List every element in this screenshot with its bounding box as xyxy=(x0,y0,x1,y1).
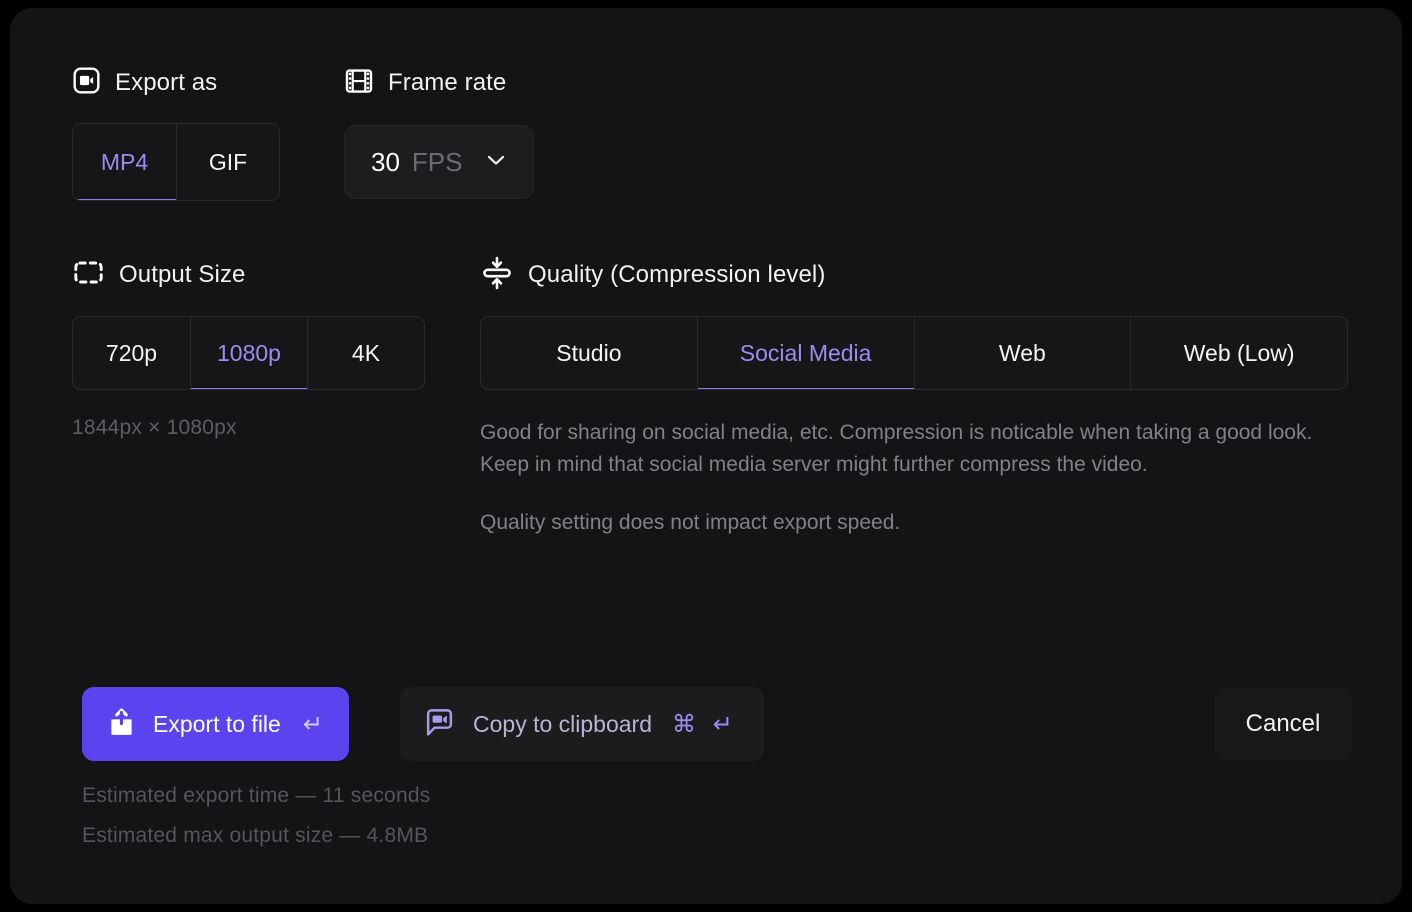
output-size-header: Output Size xyxy=(72,258,425,292)
video-chat-bubble-icon xyxy=(424,707,455,741)
export-as-header: Export as xyxy=(72,66,280,100)
frame-rate-header: Frame rate xyxy=(344,66,534,100)
quality-group: Quality (Compression level) Studio Socia… xyxy=(480,256,1348,539)
size-option-4k[interactable]: 4K xyxy=(307,317,424,389)
estimated-size-label: Estimated max output size — 4.8MB xyxy=(82,824,429,847)
output-size-segmented-control[interactable]: 720p 1080p 4K xyxy=(72,316,425,390)
output-dimensions-label: 1844px × 1080px xyxy=(72,416,237,439)
quality-option-studio[interactable]: Studio xyxy=(481,317,697,389)
frame-rate-unit: FPS xyxy=(411,146,463,177)
compress-icon xyxy=(480,256,514,295)
frame-rate-title: Frame rate xyxy=(388,69,507,96)
frame-rate-select[interactable]: 30 FPS xyxy=(344,125,534,199)
copy-button-shortcut: ⌘ ↵ xyxy=(672,710,738,738)
quality-note: Quality setting does not impact export s… xyxy=(480,511,901,534)
copy-to-clipboard-button[interactable]: Copy to clipboard ⌘ ↵ xyxy=(400,687,764,761)
quality-option-web[interactable]: Web xyxy=(913,317,1131,389)
size-option-1080p[interactable]: 1080p xyxy=(190,317,307,389)
estimated-time-label: Estimated export time — 11 seconds xyxy=(82,784,431,807)
upload-icon xyxy=(106,707,137,741)
frame-rate-value: 30 xyxy=(371,146,400,177)
format-option-gif[interactable]: GIF xyxy=(176,124,279,200)
dashed-rect-icon xyxy=(72,256,105,294)
export-button-label: Export to file xyxy=(153,710,281,737)
quality-segmented-control[interactable]: Studio Social Media Web Web (Low) xyxy=(480,316,1348,390)
export-button-shortcut: ↵ xyxy=(302,710,323,738)
chevron-down-icon xyxy=(483,147,509,178)
quality-option-web-low[interactable]: Web (Low) xyxy=(1130,317,1347,389)
quality-header: Quality (Compression level) xyxy=(480,256,1348,295)
film-strip-icon xyxy=(344,66,374,101)
cancel-button-label: Cancel xyxy=(1245,710,1321,737)
cancel-button[interactable]: Cancel xyxy=(1214,687,1352,761)
format-option-mp4[interactable]: MP4 xyxy=(73,124,176,200)
export-as-group: Export as MP4 GIF xyxy=(72,66,280,201)
copy-button-label: Copy to clipboard xyxy=(473,710,652,737)
output-size-title: Output Size xyxy=(119,261,246,288)
quality-option-social-media[interactable]: Social Media xyxy=(696,317,914,389)
frame-rate-group: Frame rate 30 FPS xyxy=(344,66,534,199)
export-to-file-button[interactable]: Export to file ↵ xyxy=(82,687,349,761)
estimates-group: Estimated export time — 11 seconds Estim… xyxy=(82,776,430,856)
output-size-group: Output Size 720p 1080p 4K 1844px × 1080p… xyxy=(72,258,425,440)
video-camera-icon xyxy=(72,66,101,100)
size-option-720p[interactable]: 720p xyxy=(73,317,190,389)
export-dialog: Export as MP4 GIF Frame rate 30 FPS Outp… xyxy=(10,8,1402,904)
format-segmented-control[interactable]: MP4 GIF xyxy=(72,123,280,201)
quality-description: Good for sharing on social media, etc. C… xyxy=(480,421,1313,476)
export-as-title: Export as xyxy=(115,69,218,96)
quality-title: Quality (Compression level) xyxy=(528,261,826,288)
